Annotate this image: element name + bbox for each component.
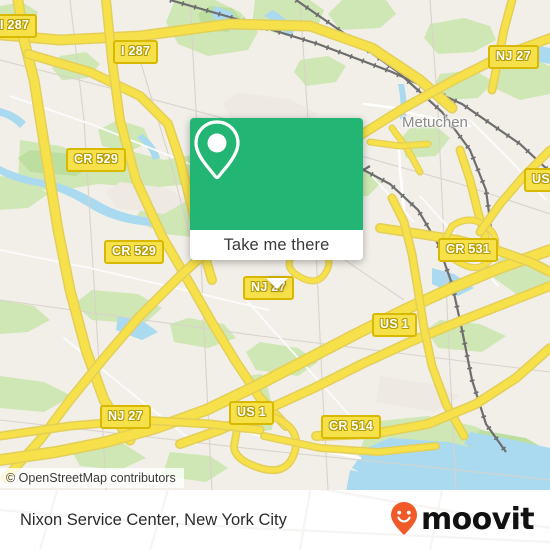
shield-i287[interactable]: I 287 xyxy=(113,40,159,64)
shield-cr529-lower[interactable]: CR 529 xyxy=(104,240,165,264)
callout-pin-panel xyxy=(190,118,363,230)
page-title: Nixon Service Center, New York City xyxy=(20,510,287,529)
map-screen: .land{fill:#f2efe9} .park{fill:#cfe7b4} … xyxy=(0,0,550,550)
shield-cr514[interactable]: CR 514 xyxy=(321,415,382,439)
moovit-pin-icon xyxy=(389,501,419,540)
shield-cr529-upper[interactable]: CR 529 xyxy=(66,148,127,172)
shield-cr531[interactable]: CR 531 xyxy=(438,238,499,262)
osm-attribution[interactable]: © OpenStreetMap contributors xyxy=(0,468,184,488)
shield-us1-bottom[interactable]: US 1 xyxy=(229,401,274,425)
moovit-wordmark: moovit xyxy=(420,502,535,537)
moovit-logo[interactable]: moovit xyxy=(389,501,535,540)
take-me-there-label: Take me there xyxy=(223,235,330,254)
map-canvas[interactable]: .land{fill:#f2efe9} .park{fill:#cfe7b4} … xyxy=(0,0,550,490)
shield-nj27-bottom[interactable]: NJ 27 xyxy=(100,405,151,429)
shield-i287-left[interactable]: I 287 xyxy=(0,14,38,38)
shield-nj27-topright[interactable]: NJ 27 xyxy=(488,45,539,69)
callout-pointer-tail xyxy=(265,278,288,289)
shield-us-rightedge[interactable]: US xyxy=(524,168,550,192)
take-me-there-button[interactable]: Take me there xyxy=(190,230,363,260)
place-label-metuchen: Metuchen xyxy=(402,114,468,131)
shield-us1-right[interactable]: US 1 xyxy=(372,313,417,337)
footer-bar: Nixon Service Center, New York City moov… xyxy=(0,490,550,550)
destination-callout-card[interactable]: Take me there xyxy=(190,118,363,289)
